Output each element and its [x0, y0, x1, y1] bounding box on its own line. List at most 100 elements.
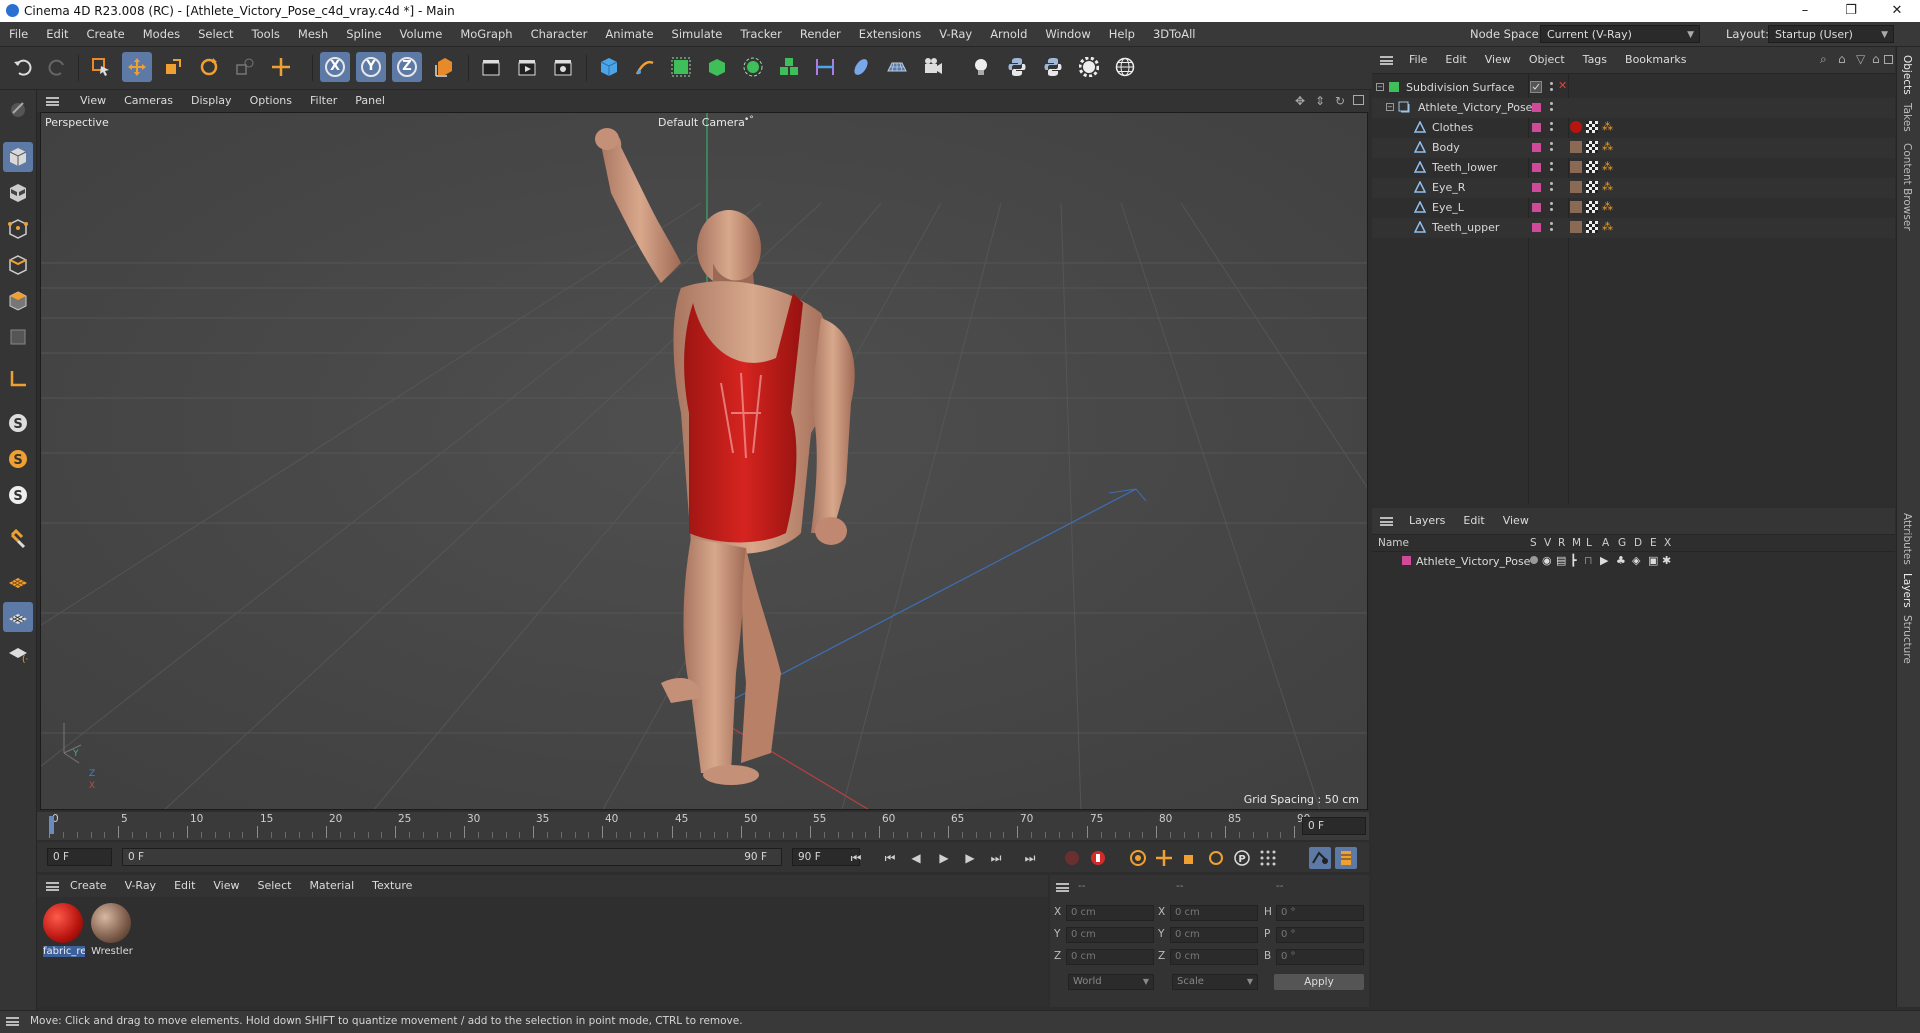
timeline-window-button[interactable]	[1335, 847, 1357, 869]
object-row-teeth-lower[interactable]: Teeth_lower ⁂	[1372, 158, 1895, 178]
expression-icon[interactable]: ▣	[1648, 554, 1658, 567]
layer-color-swatch[interactable]	[1532, 223, 1541, 232]
collapse-toggle-icon[interactable]: −	[1386, 103, 1394, 111]
object-menu-object[interactable]: Object	[1520, 47, 1574, 73]
visibility-dots-icon[interactable]	[1550, 182, 1553, 193]
filter-icon[interactable]: ▽	[1856, 52, 1865, 66]
visibility-dots-icon[interactable]	[1550, 222, 1553, 233]
texture-mode-button[interactable]	[3, 178, 33, 208]
array-generator-button[interactable]	[738, 52, 768, 82]
object-row-teeth-upper[interactable]: Teeth_upper ⁂	[1372, 218, 1895, 238]
render-view-button[interactable]	[476, 52, 506, 82]
menu-tools[interactable]: Tools	[243, 22, 289, 46]
tab-structure[interactable]: Structure	[1901, 615, 1913, 664]
coordinate-system-button[interactable]	[430, 52, 460, 82]
material-menu-create[interactable]: Create	[61, 875, 116, 897]
lock-panel-icon[interactable]: ⌂	[1872, 52, 1880, 66]
field-button[interactable]	[846, 52, 876, 82]
close-button[interactable]: ✕	[1874, 0, 1920, 22]
material-tag-icon[interactable]	[1570, 221, 1582, 233]
object-row-clothes[interactable]: Clothes ⁂	[1372, 118, 1895, 138]
uvw-tag-icon[interactable]	[1586, 161, 1598, 173]
next-key-button[interactable]: ⏭	[985, 847, 1007, 869]
material-tag-icon[interactable]	[1570, 141, 1582, 153]
menu-window[interactable]: Window	[1036, 22, 1099, 46]
deformer-icon[interactable]: ◈	[1632, 554, 1640, 567]
layer-color-swatch[interactable]	[1402, 556, 1411, 565]
3d-viewport[interactable]: Perspective Default Camera •° Grid Spaci…	[40, 112, 1368, 810]
menu-render[interactable]: Render	[791, 22, 850, 46]
tab-takes[interactable]: Takes	[1901, 103, 1913, 132]
visibility-dots-icon[interactable]	[1550, 82, 1553, 93]
menu-extensions[interactable]: Extensions	[850, 22, 930, 46]
disable-x-icon[interactable]: ✕	[1558, 79, 1567, 92]
layer-column-locked[interactable]: L	[1586, 537, 1592, 549]
go-to-start-button[interactable]: ⏮	[845, 847, 867, 869]
layer-column-generators[interactable]: G	[1618, 537, 1626, 549]
layer-color-swatch[interactable]	[1532, 163, 1541, 172]
material-manager-area[interactable]: fabric_re Wrestler	[37, 897, 1048, 1007]
size-x-field[interactable]: 0 cm	[1170, 905, 1258, 921]
size-y-field[interactable]: 0 cm	[1170, 927, 1258, 943]
material-tag-icon[interactable]	[1570, 201, 1582, 213]
menu-character[interactable]: Character	[522, 22, 597, 46]
layer-menu-edit[interactable]: Edit	[1454, 508, 1493, 534]
hamburger-icon[interactable]	[6, 1017, 19, 1026]
axis-mode-button[interactable]	[3, 364, 33, 394]
menu-modes[interactable]: Modes	[134, 22, 189, 46]
home-icon[interactable]: ⌂	[1838, 52, 1846, 66]
material-menu-vray[interactable]: V-Ray	[116, 875, 166, 897]
object-row-eye-r[interactable]: Eye_R ⁂	[1372, 178, 1895, 198]
material-tag-icon[interactable]	[1570, 161, 1582, 173]
layer-color-swatch[interactable]	[1532, 123, 1541, 132]
cube-object-button[interactable]	[594, 52, 624, 82]
material-menu-texture[interactable]: Texture	[363, 875, 421, 897]
vray-tag-icon[interactable]: ⁂	[1602, 120, 1613, 133]
menu-file[interactable]: File	[0, 22, 37, 46]
undo-button[interactable]	[8, 52, 38, 82]
uvw-tag-icon[interactable]	[1586, 201, 1598, 213]
collapse-toggle-icon[interactable]: −	[1376, 83, 1384, 91]
vray-tag-icon[interactable]: ⁂	[1602, 200, 1613, 213]
menu-tracker[interactable]: Tracker	[731, 22, 791, 46]
material-menu-material[interactable]: Material	[300, 875, 363, 897]
generator-icon[interactable]: ♣	[1616, 554, 1626, 567]
rotation-h-field[interactable]: 0 °	[1276, 905, 1364, 921]
menu-mograph[interactable]: MoGraph	[451, 22, 521, 46]
record-button[interactable]	[1061, 847, 1083, 869]
vray-tag-icon[interactable]: ⁂	[1602, 180, 1613, 193]
redo-button[interactable]	[42, 52, 72, 82]
pan-view-icon[interactable]: ✥	[1295, 94, 1305, 108]
material-menu-select[interactable]: Select	[249, 875, 301, 897]
extrude-generator-button[interactable]	[702, 52, 732, 82]
layer-color-swatch[interactable]	[1532, 103, 1541, 112]
object-menu-bookmarks[interactable]: Bookmarks	[1616, 47, 1695, 73]
layer-column-expressions[interactable]: E	[1650, 537, 1657, 549]
uv-mode-button[interactable]	[3, 322, 33, 352]
visibility-dots-icon[interactable]	[1550, 162, 1553, 173]
workplane-snap-button[interactable]: S	[3, 480, 33, 510]
locked-workplane-button[interactable]: (·)	[3, 638, 33, 668]
viewport-menu-options[interactable]: Options	[241, 90, 301, 112]
object-menu-edit[interactable]: Edit	[1436, 47, 1475, 73]
previous-key-button[interactable]: ⏮	[879, 847, 901, 869]
menu-spline[interactable]: Spline	[337, 22, 390, 46]
viewport-menu-cameras[interactable]: Cameras	[115, 90, 182, 112]
timeline-ruler[interactable]: 051015202530354045505560657075808590 0 F	[37, 812, 1369, 840]
layer-menu-view[interactable]: View	[1494, 508, 1538, 534]
rotate-tool-button[interactable]	[194, 52, 224, 82]
object-row-subdivision[interactable]: − Subdivision Surface ✕	[1372, 78, 1895, 98]
hamburger-icon[interactable]	[1380, 56, 1393, 65]
vray-globe-button[interactable]	[1110, 52, 1140, 82]
material-tag-icon[interactable]	[1570, 181, 1582, 193]
animation-play-icon[interactable]: ▶	[1600, 554, 1608, 567]
maximize-button[interactable]: ❐	[1828, 0, 1874, 22]
object-row-eye-l[interactable]: Eye_L ⁂	[1372, 198, 1895, 218]
layer-column-animation[interactable]: A	[1602, 537, 1609, 549]
floor-object-button[interactable]	[882, 52, 912, 82]
hamburger-icon[interactable]	[46, 97, 59, 106]
hamburger-icon[interactable]	[1380, 517, 1393, 526]
viewport-menu-filter[interactable]: Filter	[301, 90, 346, 112]
camera-object-button[interactable]	[918, 52, 948, 82]
viewport-camera-label[interactable]: Default Camera	[658, 116, 745, 129]
